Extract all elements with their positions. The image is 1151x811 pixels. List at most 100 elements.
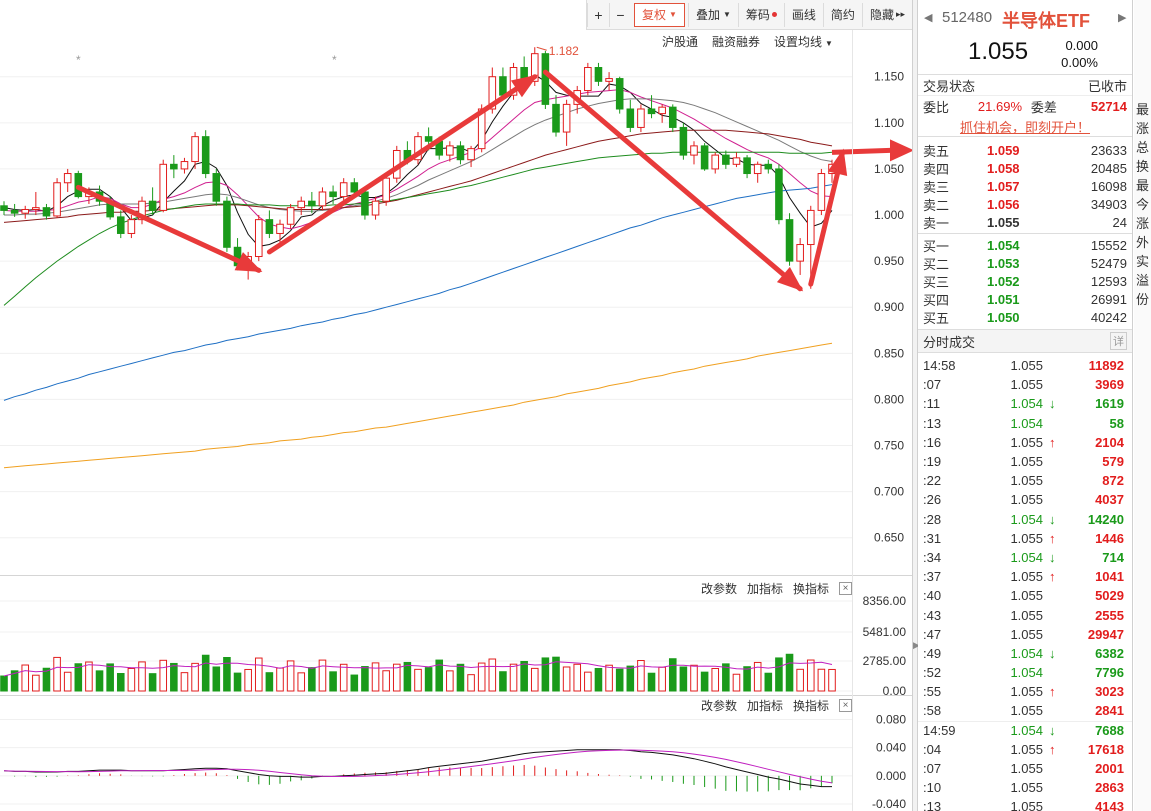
candle-body	[647, 108, 656, 115]
simple-mode-button[interactable]: 简约	[822, 2, 862, 27]
candle-body	[254, 219, 263, 258]
ask-level-row[interactable]: 卖四 1.058 20485	[918, 159, 1132, 177]
trade-price: 1.055	[1010, 569, 1043, 585]
trade-time: :52	[923, 665, 942, 681]
trade-time: :13	[923, 415, 942, 431]
trade-time: :58	[923, 703, 942, 719]
candle-body	[594, 67, 603, 82]
trade-volume: 579	[1102, 454, 1124, 470]
level-volume: 12593	[1090, 273, 1127, 289]
order-book: 卖五 1.059 23633 卖四 1.058 20485 卖三 1.057 16098 卖二 1.…	[918, 137, 1132, 326]
ask-level-row[interactable]: 卖二 1.056 34903	[918, 195, 1132, 213]
bid-level-row[interactable]: 买三 1.052 12593	[918, 272, 1132, 290]
trade-price: 1.055	[1010, 434, 1043, 450]
y-tick-label: -0.040	[872, 797, 906, 811]
trade-row: :26 1.055 4037	[918, 490, 1132, 509]
volume-bar	[350, 674, 359, 692]
tick-trades-list[interactable]: 14:58 1.055 11892:07 1.055 3969:11 1.054 ↓ 1619…	[918, 353, 1132, 811]
trades-detail-button[interactable]: 详	[1110, 332, 1127, 350]
bid-level-row[interactable]: 买一 1.054 15552	[918, 236, 1132, 254]
chips-button[interactable]: 筹码	[737, 2, 784, 27]
tick-trades-header: 分时成交 详	[918, 329, 1132, 353]
trade-row: :10 1.055 2863	[918, 778, 1132, 797]
volume-bar	[488, 658, 497, 692]
volume-bar	[382, 670, 390, 692]
zoom-in-button[interactable]: +	[587, 2, 609, 27]
volume-bar	[679, 666, 688, 692]
trade-volume: 4037	[1095, 492, 1124, 508]
open-account-link[interactable]: 抓住机会，即刻开户！	[918, 117, 1132, 137]
hide-button[interactable]: 隐藏 ▸▸	[861, 2, 912, 27]
candle-body	[212, 173, 221, 202]
ask-level-row[interactable]: 卖一 1.055 24	[918, 213, 1132, 231]
prev-security-icon[interactable]: ◀	[924, 11, 932, 24]
level-label: 买五	[923, 310, 950, 326]
volume-bar	[764, 672, 773, 692]
macd-chart[interactable]: 0.080 0.040 0.000 -0.040	[0, 712, 912, 811]
y-tick-label: 1.100	[874, 116, 904, 130]
ask-level-row[interactable]: 卖三 1.057 16098	[918, 177, 1132, 195]
trade-volume: 3969	[1095, 377, 1124, 393]
volume-bar	[562, 666, 571, 692]
trade-time: :04	[923, 741, 942, 757]
volume-chart[interactable]: 8356.00 5481.00 2785.00 0.00	[0, 595, 912, 695]
bid-level-row[interactable]: 买四 1.051 26991	[918, 290, 1132, 308]
trade-price: 1.055	[1010, 473, 1043, 489]
candle-body	[42, 207, 51, 217]
volume-bar	[796, 668, 804, 692]
candle-body	[223, 200, 231, 248]
trade-price: 1.054	[1010, 645, 1043, 661]
draw-line-button[interactable]: 画线	[783, 2, 823, 27]
trade-time: :43	[923, 607, 942, 623]
candle-body	[499, 76, 507, 96]
candle-body	[424, 136, 433, 142]
candle-body	[308, 200, 316, 207]
next-security-icon[interactable]: ▶	[1118, 11, 1126, 24]
trade-volume: 7796	[1095, 665, 1124, 681]
bid-level-row[interactable]: 买二 1.053 52479	[918, 254, 1132, 272]
bid-level-row[interactable]: 买五 1.050 40242	[918, 308, 1132, 326]
zoom-out-button[interactable]: −	[609, 2, 631, 27]
trade-row: :47 1.055 29947	[918, 625, 1132, 644]
trade-row: :37 1.055 ↑ 1041	[918, 567, 1132, 586]
trade-row: :34 1.054 ↓ 714	[918, 548, 1132, 567]
ask-level-row[interactable]: 卖五 1.059 23633	[918, 141, 1132, 159]
candle-body	[350, 182, 359, 193]
trade-row: :22 1.055 872	[918, 471, 1132, 490]
hide-label: 隐藏	[869, 8, 894, 22]
trade-time: :47	[923, 626, 942, 642]
candle-body	[21, 208, 30, 214]
trade-time: :28	[923, 511, 942, 527]
volume-close-icon[interactable]: ×	[839, 582, 853, 595]
adjust-button[interactable]: 复权 ▼	[634, 2, 685, 27]
candle-body	[318, 191, 327, 207]
candlestick-chart[interactable]: 1.150 1.100 1.050 1.000 0.950 0.900 0.850 0.800…	[0, 30, 912, 575]
trade-price: 1.055	[1010, 377, 1043, 393]
volume-bar	[424, 667, 433, 692]
trend-arrow-right	[831, 147, 893, 155]
trade-row: :55 1.055 ↑ 3023	[918, 682, 1132, 701]
high-price-label: 1.182	[549, 44, 579, 58]
bid-levels: 买一 1.054 15552 买二 1.053 52479 买三 1.052 12593 买四 1.…	[918, 236, 1132, 326]
info-label: 总	[1135, 140, 1149, 155]
arrow-up-icon: ↑	[1049, 569, 1056, 585]
arrow-down-icon: ↓	[1049, 396, 1056, 412]
volume-bar	[732, 673, 741, 692]
trade-volume: 58	[1109, 415, 1124, 431]
level-price: 1.050	[987, 309, 1020, 325]
trade-volume: 14240	[1087, 511, 1124, 527]
trade-time: :07	[923, 761, 942, 777]
volume-bar	[276, 667, 284, 692]
level-price: 1.054	[987, 237, 1020, 253]
overlay-button[interactable]: 叠加 ▼	[687, 2, 738, 27]
candle-body	[159, 163, 168, 211]
candle-body	[63, 173, 72, 184]
volume-bar	[615, 668, 624, 692]
arrow-down-icon: ↓	[1049, 549, 1056, 565]
trade-row: :31 1.055 ↑ 1446	[918, 529, 1132, 548]
macd-close-icon[interactable]: ×	[839, 699, 853, 712]
trade-volume: 5029	[1095, 588, 1124, 604]
volume-bar	[785, 653, 794, 692]
y-tick-label: 0.800	[874, 392, 904, 406]
candle-body	[711, 154, 720, 170]
